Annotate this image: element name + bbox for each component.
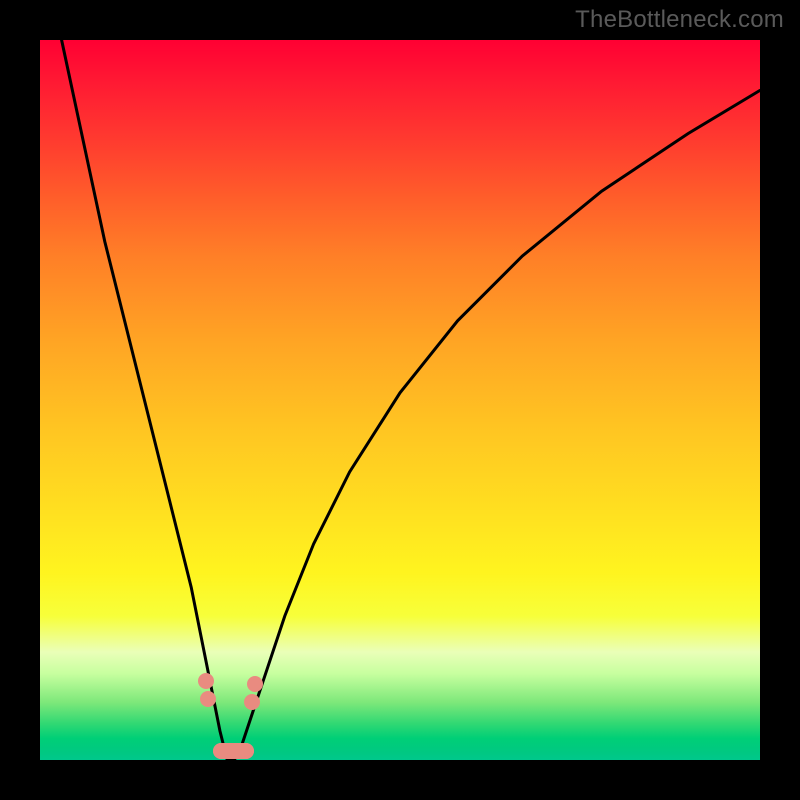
marker-right-shoulder-top	[247, 676, 263, 692]
watermark-text: TheBottleneck.com	[575, 6, 784, 34]
outer-frame: TheBottleneck.com	[0, 0, 800, 800]
plot-area	[40, 40, 760, 760]
valley-bar	[213, 743, 253, 759]
bottleneck-curve-path	[62, 40, 760, 760]
marker-left-shoulder-top	[198, 673, 214, 689]
marker-left-shoulder-bottom	[200, 691, 216, 707]
curve-svg	[40, 40, 760, 760]
